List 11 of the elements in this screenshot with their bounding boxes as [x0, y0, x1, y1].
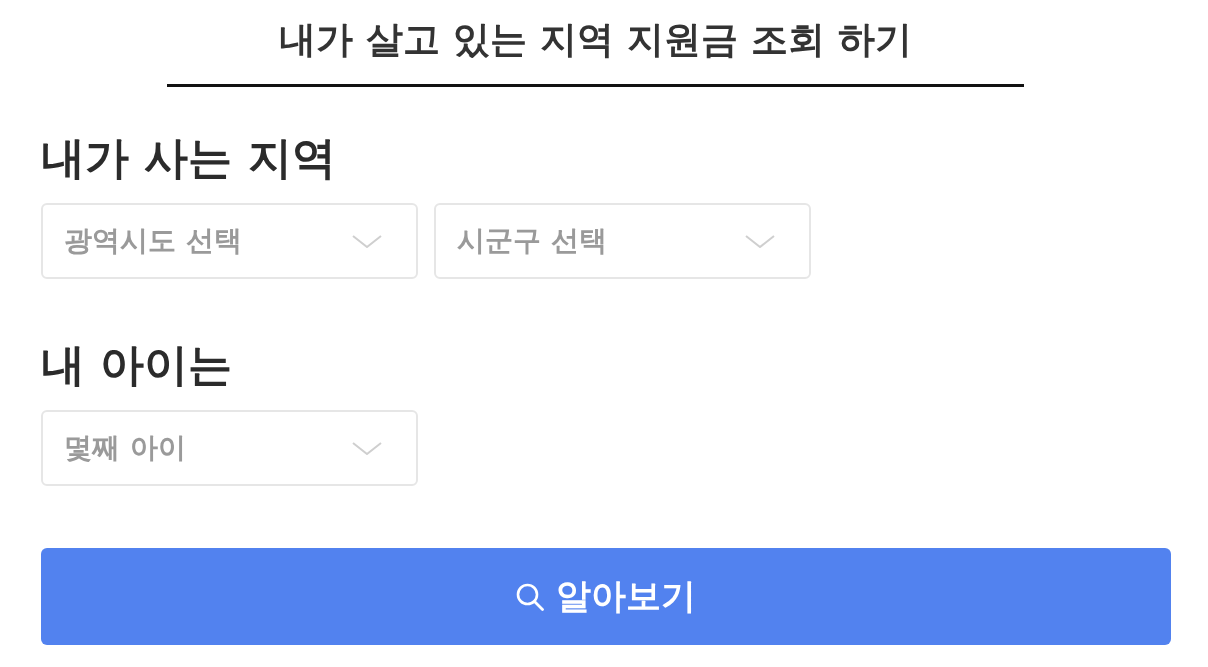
search-icon [516, 582, 544, 611]
dropdown-select[interactable]: 시군구 선택 [434, 203, 811, 279]
dropdown-select[interactable]: 몇째 아이 [41, 410, 418, 486]
section-heading: 내가 사는 지역 [41, 131, 336, 185]
dropdown-select[interactable]: 광역시도 선택 [41, 203, 418, 279]
section-heading: 내 아이는 [41, 338, 233, 392]
chevron-down-icon [745, 234, 775, 248]
search-button[interactable]: 알아보기 [41, 548, 1171, 645]
chevron-down-icon [352, 441, 382, 455]
chevron-down-icon [352, 234, 382, 248]
page-title: 내가 살고 있는 지역 지원금 조회 하기 [278, 17, 913, 63]
